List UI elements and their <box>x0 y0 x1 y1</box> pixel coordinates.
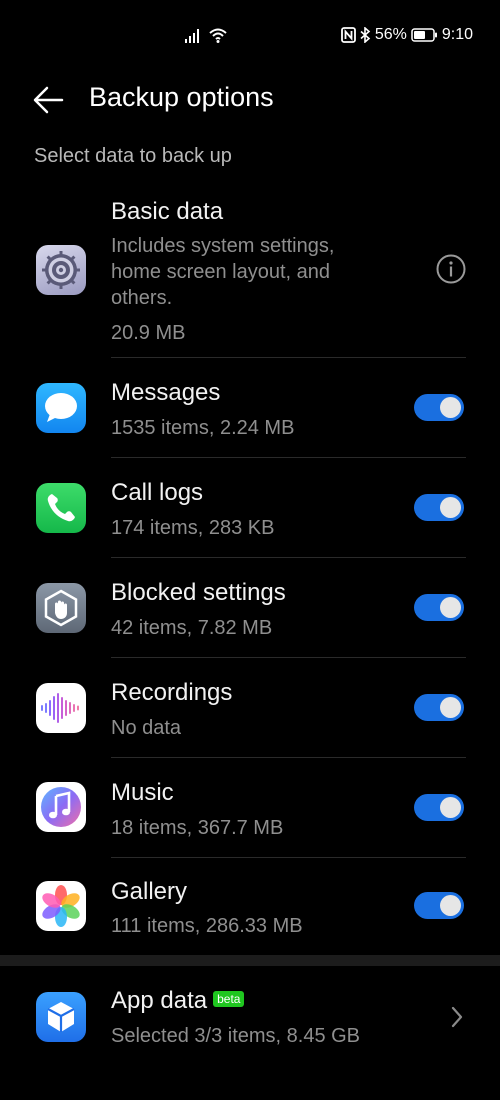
toggle-knob <box>440 497 461 518</box>
item-details: 174 items, 283 KB <box>111 517 275 539</box>
item-name: Call logs <box>111 479 204 506</box>
recorder-waveform-icon <box>36 683 86 733</box>
call-logs-toggle[interactable] <box>414 494 464 521</box>
signal-icon <box>185 29 199 43</box>
status-right: 56% 9:10 <box>340 26 473 44</box>
gallery-toggle[interactable] <box>414 892 464 919</box>
item-description-line-2: home screen layout, and <box>111 261 331 283</box>
item-name: Basic data <box>111 198 224 225</box>
item-name: Gallery <box>111 878 188 905</box>
item-details: 18 items, 367.7 MB <box>111 817 284 839</box>
item-details: 111 items, 286.33 MB <box>111 915 303 937</box>
messages-toggle[interactable] <box>414 394 464 421</box>
item-name: Music <box>111 779 174 806</box>
list-item-music: Music 18 items, 367.7 MB <box>0 758 500 858</box>
blocked-settings-toggle[interactable] <box>414 594 464 621</box>
item-name: Messages <box>111 379 221 406</box>
section-label: Select data to back up <box>34 145 232 167</box>
block-hand-icon <box>36 583 86 633</box>
list-item-app-data[interactable]: App data beta Selected 3/3 items, 8.45 GB <box>0 966 500 1066</box>
item-details: 1535 items, 2.24 MB <box>111 417 295 439</box>
item-name: Blocked settings <box>111 579 286 606</box>
item-details: Selected 3/3 items, 8.45 GB <box>111 1025 361 1047</box>
page-title: Backup options <box>89 82 274 112</box>
item-description-line-3: others. <box>111 287 173 309</box>
settings-gear-icon <box>36 245 86 295</box>
section-separator <box>0 955 500 966</box>
list-item-gallery: Gallery 111 items, 286.33 MB <box>0 858 500 955</box>
list-item-messages: Messages 1535 items, 2.24 MB <box>0 358 500 458</box>
item-size: 20.9 MB <box>111 322 186 344</box>
chevron-right-icon <box>451 1006 463 1028</box>
messages-icon <box>36 383 86 433</box>
item-details: No data <box>111 717 182 739</box>
item-name: Recordings <box>111 679 233 706</box>
beta-badge: beta <box>213 991 245 1007</box>
nfc-icon <box>340 27 356 43</box>
list-item-recordings: Recordings No data <box>0 658 500 758</box>
gallery-flower-icon <box>36 881 86 931</box>
toggle-knob <box>440 895 461 916</box>
battery-icon <box>411 28 437 42</box>
info-icon[interactable] <box>436 254 466 284</box>
list-item-call-logs: Call logs 174 items, 283 KB <box>0 458 500 558</box>
toggle-knob <box>440 797 461 818</box>
list-item-blocked-settings: Blocked settings 42 items, 7.82 MB <box>0 558 500 658</box>
app-cube-icon <box>36 992 86 1042</box>
battery-percent: 56% <box>374 26 407 43</box>
toggle-knob <box>440 697 461 718</box>
item-name: App data <box>111 987 208 1014</box>
item-details: 42 items, 7.82 MB <box>111 617 273 639</box>
wifi-icon <box>209 28 227 43</box>
back-arrow-icon[interactable] <box>30 82 66 118</box>
toggle-knob <box>440 597 461 618</box>
music-toggle[interactable] <box>414 794 464 821</box>
clock: 9:10 <box>441 26 473 43</box>
toggle-knob <box>440 397 461 418</box>
list-item-basic-data: Basic data Includes system settings, hom… <box>0 190 500 358</box>
status-bar: 56% 9:10 <box>0 0 500 72</box>
item-description-line-1: Includes system settings, <box>111 235 335 257</box>
phone-icon <box>36 483 86 533</box>
app-header: Backup options <box>0 76 500 122</box>
item-name-wrapper: App data beta <box>111 987 245 1015</box>
status-left <box>185 28 227 43</box>
bluetooth-icon <box>360 27 371 43</box>
music-note-icon <box>36 782 86 832</box>
recordings-toggle[interactable] <box>414 694 464 721</box>
